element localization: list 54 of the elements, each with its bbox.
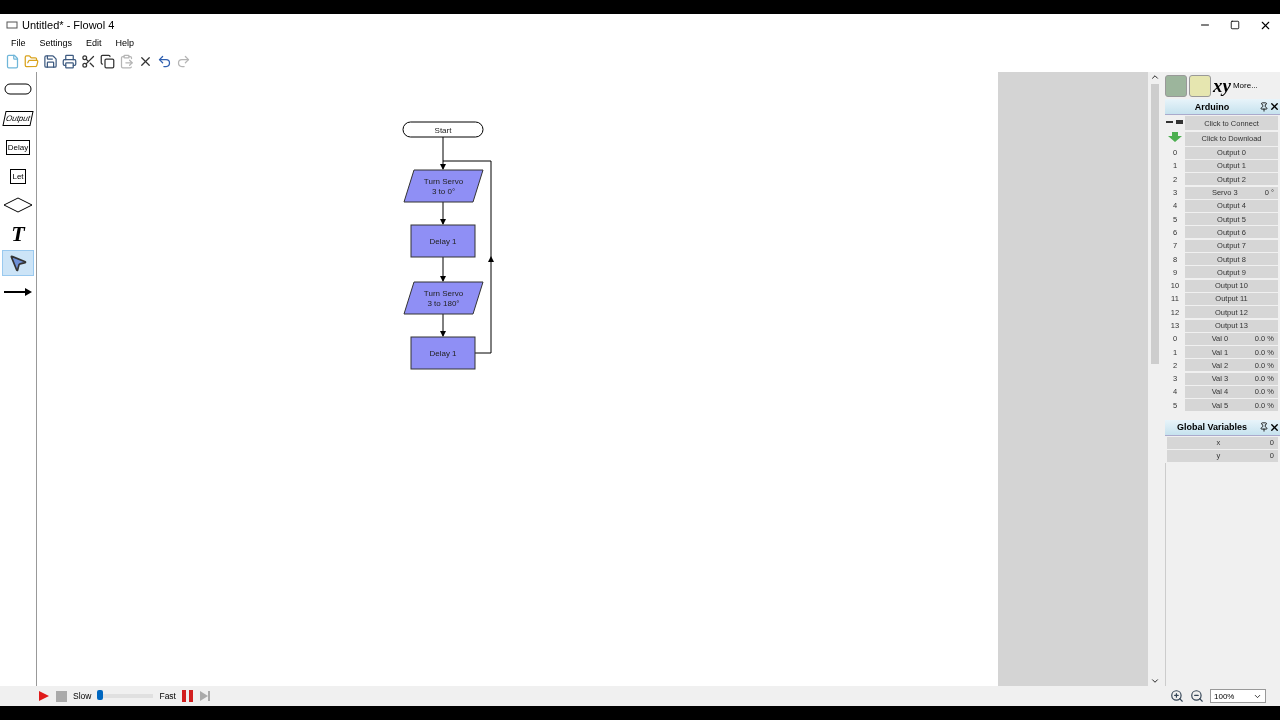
palette-tool[interactable]: Delay bbox=[2, 134, 34, 160]
flowchart-node: Turn Servo 3 to 0° bbox=[403, 169, 484, 203]
app-icon bbox=[6, 20, 18, 30]
process-tool[interactable]: Delay bbox=[5, 139, 31, 155]
copy-icon[interactable] bbox=[99, 53, 115, 69]
window-title: Untitled* - Flowol 4 bbox=[22, 19, 116, 31]
zoom-select[interactable]: 100% bbox=[1210, 689, 1266, 703]
output-tool[interactable]: Output bbox=[2, 110, 34, 126]
scissors-icon[interactable] bbox=[80, 53, 96, 69]
panel-title: Global Variables bbox=[1176, 422, 1248, 433]
more-button[interactable]: More... bbox=[1232, 81, 1258, 90]
connector-arrow bbox=[440, 136, 446, 170]
pin-icon[interactable] bbox=[1259, 101, 1269, 112]
flowchart-node: Delay 1 bbox=[410, 224, 476, 258]
palette-tool[interactable]: T bbox=[2, 221, 34, 247]
fast-label: Fast bbox=[159, 691, 176, 701]
terminal-shape-icon bbox=[4, 83, 32, 95]
download-icon bbox=[1166, 132, 1184, 142]
play-button[interactable] bbox=[38, 690, 50, 702]
arrow-icon bbox=[3, 287, 33, 297]
palette-tool[interactable]: Let bbox=[2, 163, 34, 189]
menu-item[interactable]: Help bbox=[108, 38, 142, 48]
pointer-icon bbox=[8, 253, 28, 273]
pin-icon[interactable] bbox=[1259, 422, 1269, 433]
maximize-icon[interactable] bbox=[1230, 20, 1240, 30]
undo-icon[interactable] bbox=[156, 53, 172, 69]
plug-icon bbox=[1166, 119, 1184, 125]
zoom-out-icon[interactable] bbox=[1190, 689, 1204, 703]
palette-tool[interactable] bbox=[2, 250, 34, 276]
menu-item[interactable]: File bbox=[4, 38, 33, 48]
zoom-in-icon[interactable] bbox=[1170, 689, 1184, 703]
text-tool[interactable]: T bbox=[11, 221, 25, 247]
printer-icon[interactable] bbox=[61, 53, 77, 69]
flowchart-node: Start bbox=[402, 121, 484, 138]
variables-button[interactable]: xy bbox=[1213, 74, 1231, 97]
flowchart-node: Delay 1 bbox=[410, 336, 476, 370]
close-icon[interactable] bbox=[1269, 101, 1280, 112]
diamond-icon bbox=[3, 197, 33, 213]
connector-arrow bbox=[440, 256, 446, 282]
palette-tool[interactable]: Output bbox=[2, 105, 34, 131]
flowchart-node: Turn Servo 3 to 180° bbox=[403, 281, 484, 315]
connector-arrow bbox=[440, 201, 446, 225]
scroll-up-icon[interactable] bbox=[1150, 72, 1160, 82]
close-icon[interactable] bbox=[1269, 421, 1280, 433]
process-tool[interactable]: Let bbox=[10, 168, 26, 184]
connector-arrow bbox=[440, 313, 446, 337]
slow-label: Slow bbox=[73, 691, 92, 701]
scroll-down-icon[interactable] bbox=[1150, 676, 1160, 686]
pause-button[interactable] bbox=[181, 690, 193, 702]
save-icon[interactable] bbox=[42, 53, 58, 69]
menu-item[interactable]: Settings bbox=[32, 38, 80, 48]
panel-title: Arduino bbox=[1193, 101, 1231, 112]
scrollbar-thumb[interactable] bbox=[1151, 84, 1159, 364]
menu-item[interactable]: Edit bbox=[79, 38, 109, 48]
